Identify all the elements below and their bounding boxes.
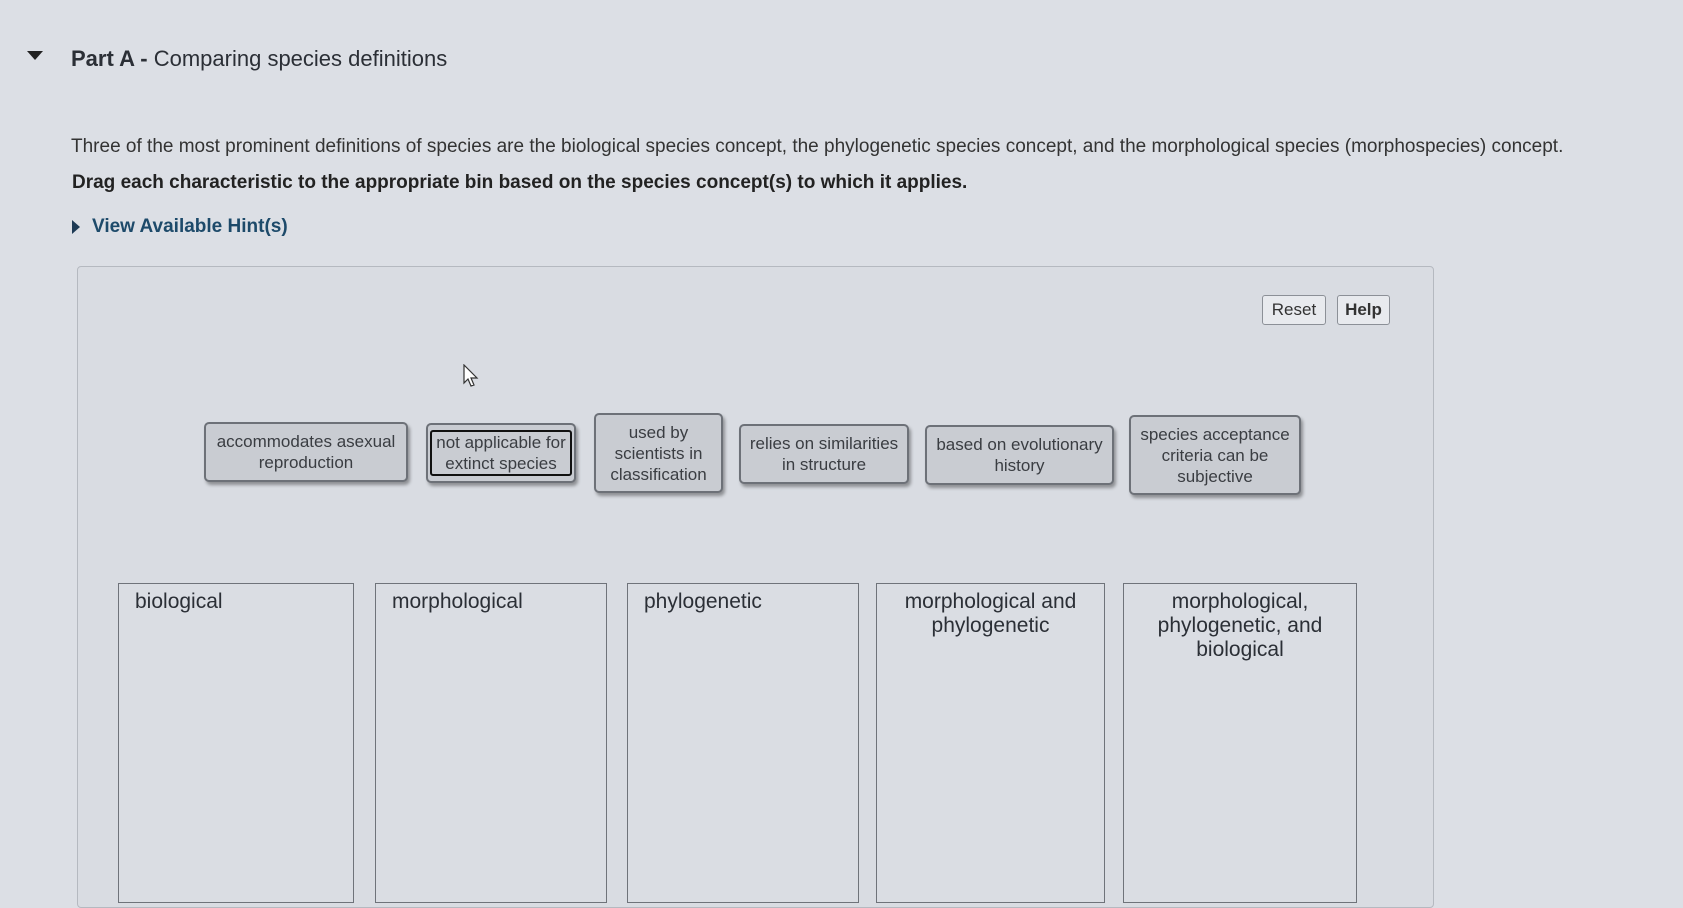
chip-label: not applicable for extinct species [430,430,572,476]
part-title: Part A - Comparing species definitions [71,46,447,72]
chip-label: accommodates asexual reproduction [216,432,396,472]
bin-phylogenetic[interactable]: phylogenetic [627,583,859,903]
chip-subjective-criteria[interactable]: species acceptance criteria can be subje… [1129,415,1301,495]
mouse-cursor-icon [463,364,479,387]
bin-morphological-phylogenetic[interactable]: morphological and phylogenetic [876,583,1105,903]
chip-used-in-classification[interactable]: used by scientists in classification [594,413,723,493]
chip-label: used by scientists in classification [610,422,707,484]
bin-all-three[interactable]: morphological, phylogenetic, and biologi… [1123,583,1357,903]
part-label: Part A [71,46,135,71]
bin-biological[interactable]: biological [118,583,354,903]
chip-not-applicable-extinct[interactable]: not applicable for extinct species [426,423,576,483]
chip-label: species acceptance criteria can be subje… [1140,424,1290,486]
collapse-caret-icon[interactable] [27,51,43,60]
instruction-text: Drag each characteristic to the appropri… [72,172,968,193]
chip-similarities-structure[interactable]: relies on similarities in structure [739,424,909,484]
part-title-text: Comparing species definitions [153,46,448,71]
hint-label: View Available Hint(s) [92,216,288,237]
expand-triangle-icon [72,220,80,234]
chip-evolutionary-history[interactable]: based on evolutionary history [925,425,1114,485]
chip-label: relies on similarities in structure [749,434,899,474]
reset-button[interactable]: Reset [1262,295,1326,325]
bin-morphological[interactable]: morphological [375,583,607,903]
help-button[interactable]: Help [1337,295,1390,325]
part-separator: - [134,46,154,71]
intro-text: Three of the most prominent definitions … [71,136,1564,157]
chip-label: based on evolutionary history [936,435,1103,475]
chip-asexual-reproduction[interactable]: accommodates asexual reproduction [204,422,408,482]
view-hints-link[interactable]: View Available Hint(s) [72,216,288,238]
